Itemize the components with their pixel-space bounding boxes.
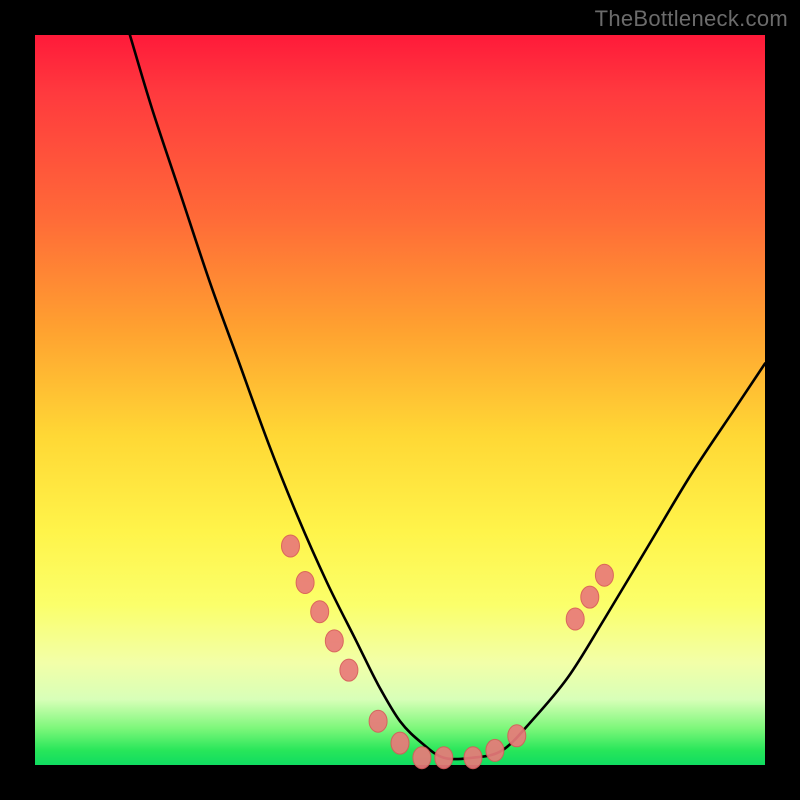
data-marker: [566, 608, 584, 630]
data-marker: [413, 747, 431, 769]
data-marker: [435, 747, 453, 769]
curve-layer: [130, 35, 765, 759]
data-marker: [581, 586, 599, 608]
chart-stage: TheBottleneck.com: [0, 0, 800, 800]
data-marker: [391, 732, 409, 754]
plot-area: [35, 35, 765, 765]
data-marker: [486, 739, 504, 761]
chart-svg: [35, 35, 765, 765]
data-marker: [369, 710, 387, 732]
data-marker: [296, 572, 314, 594]
data-marker: [595, 564, 613, 586]
data-marker: [325, 630, 343, 652]
data-marker: [508, 725, 526, 747]
data-marker: [464, 747, 482, 769]
marker-layer: [282, 535, 614, 769]
bottleneck-curve: [130, 35, 765, 759]
watermark-text: TheBottleneck.com: [595, 6, 788, 32]
data-marker: [340, 659, 358, 681]
data-marker: [311, 601, 329, 623]
data-marker: [282, 535, 300, 557]
